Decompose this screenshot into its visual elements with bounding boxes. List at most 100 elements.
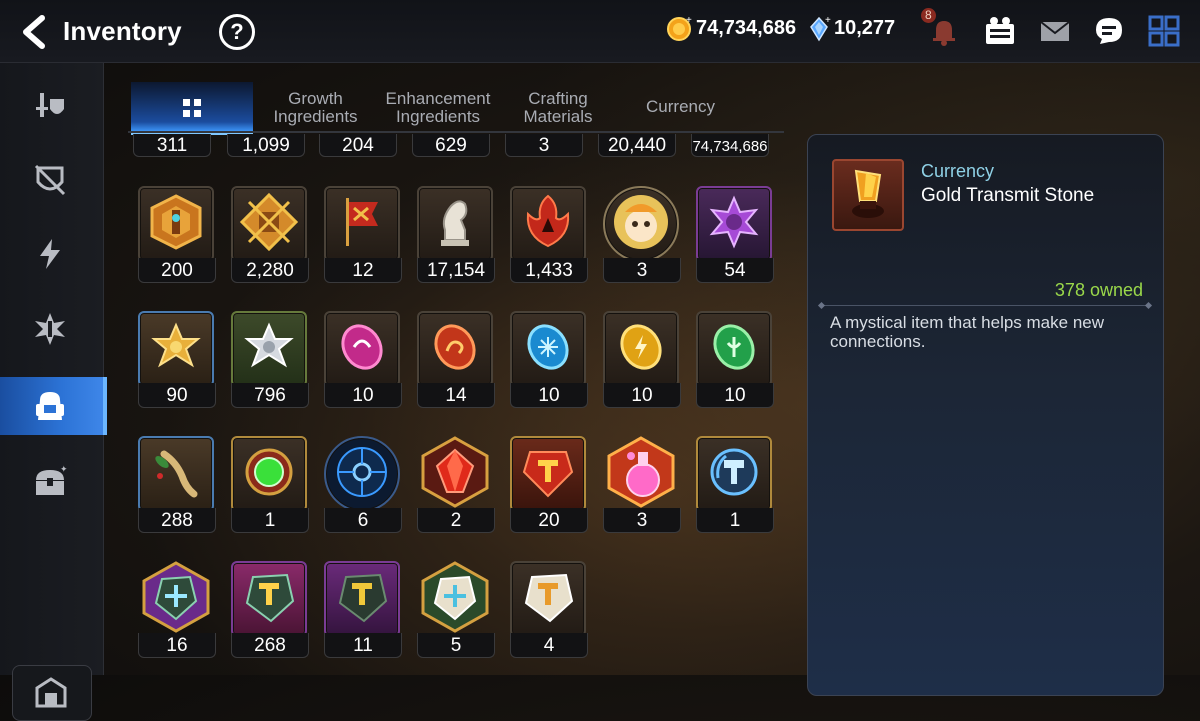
- inventory-item[interactable]: 17,154: [414, 184, 495, 284]
- item-count: 12: [352, 260, 374, 281]
- inventory-item[interactable]: 5: [414, 559, 495, 659]
- dark-hammer-stone-icon: [338, 573, 388, 623]
- item-description: A mystical item that helps make new conn…: [830, 313, 1105, 351]
- pink-potion-icon: [607, 436, 675, 508]
- item-count: 20,440: [607, 135, 667, 156]
- inventory-item[interactable]: 10: [693, 309, 774, 409]
- inventory-item[interactable]: 10: [321, 309, 402, 409]
- inventory-item[interactable]: 6: [321, 434, 402, 534]
- inventory-item[interactable]: 3: [600, 184, 681, 284]
- tab-label: Crafting Materials: [523, 89, 593, 126]
- inventory-item[interactable]: 90: [135, 309, 216, 409]
- inventory-item[interactable]: 14: [414, 309, 495, 409]
- back-button[interactable]: [16, 12, 56, 52]
- inventory-item[interactable]: 4: [507, 559, 588, 659]
- inventory-item[interactable]: 2,280: [228, 184, 309, 284]
- item-count: 10: [538, 385, 560, 406]
- tab-all[interactable]: [131, 82, 253, 135]
- catalyst-icon: [40, 239, 60, 269]
- back-arrow-icon: [23, 15, 45, 49]
- item-count: 5: [450, 635, 462, 656]
- page-title: Inventory: [63, 16, 182, 46]
- tab-enhancement-ingredients[interactable]: Enhancement Ingredients: [378, 82, 498, 132]
- sidebar-item-bag[interactable]: [0, 377, 107, 435]
- item-count: 629: [435, 135, 467, 156]
- inventory-item[interactable]: 204: [316, 134, 397, 162]
- gold-coin-icon: +: [667, 16, 692, 41]
- item-count: 74,734,686: [692, 138, 768, 155]
- inventory-item[interactable]: 1,433: [507, 184, 588, 284]
- inventory-item[interactable]: 1: [228, 434, 309, 534]
- silver-flower-icon: [244, 322, 294, 368]
- item-count: 2: [450, 510, 462, 531]
- inventory-item[interactable]: 3: [502, 134, 583, 162]
- green-gem-ring-icon: [245, 448, 293, 496]
- svg-text:+: +: [686, 16, 692, 26]
- chat-icon[interactable]: [1092, 14, 1126, 48]
- storage-icon: [35, 677, 67, 708]
- inventory-item[interactable]: 74,734,686: [688, 134, 769, 162]
- tab-label: Currency: [646, 97, 715, 116]
- tab-crafting-materials[interactable]: Crafting Materials: [508, 82, 608, 132]
- inventory-item[interactable]: 11: [321, 559, 402, 659]
- white-stone-icon: [421, 561, 489, 633]
- inventory-item[interactable]: 1: [693, 434, 774, 534]
- storage-button[interactable]: [12, 665, 92, 721]
- inventory-item[interactable]: 20,440: [595, 134, 676, 162]
- gold-transmit-stone-icon: [852, 169, 884, 218]
- pink-hammer-stone-icon: [245, 573, 295, 623]
- category-tabs: Growth Ingredients Enhancement Ingredien…: [128, 82, 784, 135]
- item-count: 6: [357, 510, 369, 531]
- sidebar-item-artifact[interactable]: [0, 151, 103, 209]
- red-crystal-icon: [421, 436, 489, 508]
- sidebar-item-equipment[interactable]: [0, 76, 103, 134]
- inventory-item[interactable]: 311: [130, 134, 211, 162]
- inventory-item[interactable]: 3: [600, 434, 681, 534]
- inventory-item[interactable]: 796: [228, 309, 309, 409]
- tab-currency[interactable]: Currency: [623, 82, 738, 132]
- item-count: 3: [538, 135, 550, 156]
- help-button[interactable]: ?: [219, 14, 255, 50]
- gold-amount: 74,734,686: [696, 17, 797, 39]
- pink-rune-icon: [341, 324, 383, 370]
- tab-growth-ingredients[interactable]: Growth Ingredients: [258, 82, 373, 132]
- item-count: 20: [538, 510, 560, 531]
- item-count: 3: [636, 260, 648, 281]
- inventory-item[interactable]: 10: [600, 309, 681, 409]
- red-hammer-stone-icon: [522, 451, 574, 498]
- inventory-item[interactable]: 200: [135, 184, 216, 284]
- item-count: 11: [353, 635, 373, 656]
- inventory-item[interactable]: 288: [135, 434, 216, 534]
- inventory-item[interactable]: 629: [409, 134, 490, 162]
- inventory-item[interactable]: 20: [507, 434, 588, 534]
- menu-grid-icon[interactable]: [1147, 14, 1181, 48]
- sidebar-item-hero-material[interactable]: [0, 300, 103, 358]
- inventory-grid: 311 1,099 204 629 3 20,440 74,734,686 20…: [128, 134, 788, 675]
- item-count: 54: [724, 260, 746, 281]
- inventory-item[interactable]: 268: [228, 559, 309, 659]
- inventory-item[interactable]: 12: [321, 184, 402, 284]
- purple-flower-icon: [709, 195, 759, 249]
- grid-icon: [183, 99, 201, 117]
- bag-icon: [36, 392, 64, 420]
- inventory-item[interactable]: 2: [414, 434, 495, 534]
- item-count: 14: [445, 385, 467, 406]
- hero-material-icon: [35, 313, 65, 345]
- inventory-item[interactable]: 1,099: [224, 134, 305, 162]
- tabs-divider: [128, 131, 784, 133]
- yellow-rune-icon: [620, 324, 662, 370]
- item-count: 90: [166, 385, 188, 406]
- friends-icon[interactable]: [983, 14, 1017, 48]
- sidebar-item-catalyst[interactable]: [0, 225, 103, 283]
- mail-icon[interactable]: [1038, 14, 1072, 48]
- inventory-item[interactable]: 54: [693, 184, 774, 284]
- inventory-item[interactable]: 10: [507, 309, 588, 409]
- sidebar-item-chest[interactable]: ✦: [0, 453, 103, 511]
- white-hammer-stone-icon: [524, 573, 574, 623]
- item-count: 1: [264, 510, 276, 531]
- reforge-hammer-icon: [710, 448, 758, 496]
- item-count: 4: [543, 635, 555, 656]
- artifact-icon: [34, 164, 66, 196]
- inventory-item[interactable]: 16: [135, 559, 216, 659]
- item-name: Gold Transmit Stone: [921, 185, 1095, 206]
